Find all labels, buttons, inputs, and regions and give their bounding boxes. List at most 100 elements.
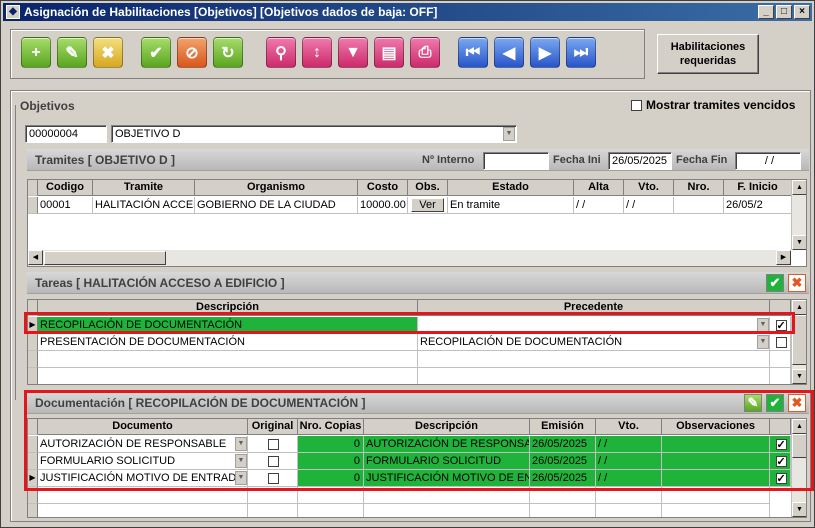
close-button[interactable]: × bbox=[794, 5, 810, 19]
scroll-left-icon[interactable]: ◀ bbox=[28, 250, 43, 265]
objetivo-code-field[interactable]: 00000004 bbox=[25, 125, 107, 143]
empty-cell bbox=[38, 368, 418, 384]
show-expired-checkbox[interactable] bbox=[631, 99, 642, 111]
nro-interno-label: Nº Interno bbox=[422, 154, 475, 166]
accept-button[interactable]: ✔ bbox=[141, 37, 171, 68]
delete-button[interactable]: ✖ bbox=[93, 37, 123, 68]
tramites-vscroll[interactable]: ▲ ▼ bbox=[791, 180, 806, 250]
nro-interno-field[interactable] bbox=[483, 152, 549, 170]
main-window: ◆ Asignación de Habilitaciones [Objetivo… bbox=[0, 0, 815, 528]
tareas-title: Tareas [ HALITACIÓN ACCESO A EDIFICIO ] bbox=[35, 276, 285, 290]
ver-button[interactable]: Ver bbox=[411, 198, 444, 212]
search-button[interactable]: ⚲ bbox=[266, 37, 296, 68]
filter-button[interactable]: ▼ bbox=[338, 37, 368, 68]
cancel-button[interactable]: ⊘ bbox=[177, 37, 207, 68]
cancel-icon: ⊘ bbox=[185, 44, 199, 62]
scroll-right-icon[interactable]: ▶ bbox=[776, 250, 791, 265]
print-button[interactable]: ⎙ bbox=[410, 37, 440, 68]
tarea-check-cell[interactable] bbox=[770, 334, 791, 351]
add-button[interactable]: + bbox=[21, 37, 51, 68]
window-title: Asignación de Habilitaciones [Objetivos]… bbox=[24, 5, 438, 19]
edit-button[interactable]: ✎ bbox=[57, 37, 87, 68]
tarea-desc[interactable]: PRESENTACIÓN DE DOCUMENTACIÓN bbox=[38, 334, 418, 351]
chevron-down-icon[interactable]: ▼ bbox=[757, 335, 769, 349]
tramites-hscroll[interactable]: ◀ ▶ bbox=[28, 250, 791, 266]
tareas-cancel-icon[interactable]: ✖ bbox=[788, 274, 806, 292]
empty-cell bbox=[418, 351, 770, 368]
tramites-col-1: Tramite bbox=[93, 180, 195, 196]
last-icon: ⏭ bbox=[573, 43, 589, 61]
scroll-down-icon[interactable]: ▼ bbox=[792, 369, 806, 384]
tree-line bbox=[15, 105, 16, 400]
tramite-cell-3[interactable]: 10000.00 bbox=[358, 197, 408, 214]
first-icon: ⏮ bbox=[465, 43, 481, 61]
tramite-cell-2[interactable]: GOBIERNO DE LA CIUDAD bbox=[195, 197, 358, 214]
row-indicator bbox=[28, 334, 38, 351]
app-icon: ◆ bbox=[6, 5, 20, 19]
tramites-col-3: Costo bbox=[358, 180, 408, 196]
delete-doc-icon: ✖ bbox=[101, 44, 115, 62]
show-expired-toggle[interactable]: Mostrar tramites vencidos bbox=[631, 98, 795, 112]
next-button[interactable]: ▶ bbox=[530, 37, 560, 68]
check-icon: ✔ bbox=[149, 44, 163, 62]
fecha-ini-field[interactable]: 26/05/2025 bbox=[608, 152, 672, 170]
tramites-col-0: Codigo bbox=[38, 180, 93, 196]
refresh-button[interactable]: ↻ bbox=[213, 37, 243, 68]
empty-cell bbox=[530, 504, 596, 517]
tareas-accept-icon[interactable]: ✔ bbox=[766, 274, 784, 292]
tramite-cell-8[interactable] bbox=[674, 197, 724, 214]
filter-icon: ▼ bbox=[345, 43, 361, 61]
tramite-cell-5[interactable]: En tramite bbox=[448, 197, 574, 214]
sort-az-icon: ↕ bbox=[313, 43, 321, 61]
empty-cell bbox=[298, 504, 364, 517]
first-button[interactable]: ⏮ bbox=[458, 37, 488, 68]
tarea-checkbox[interactable] bbox=[775, 336, 787, 348]
objetivo-name: OBJETIVO D bbox=[115, 128, 181, 140]
annotation-documentacion-highlight bbox=[24, 390, 814, 491]
prev-button[interactable]: ◀ bbox=[494, 37, 524, 68]
fecha-ini-label: Fecha Ini bbox=[553, 154, 601, 166]
fecha-fin-field[interactable]: / / bbox=[735, 152, 801, 170]
tarea-precedente[interactable]: RECOPILACIÓN DE DOCUMENTACIÓN ▼ bbox=[418, 334, 770, 351]
tramites-col-2: Organismo bbox=[195, 180, 358, 196]
scroll-down-icon[interactable]: ▼ bbox=[792, 235, 806, 250]
sort-button[interactable]: ↕ bbox=[302, 37, 332, 68]
tramites-col-5: Estado bbox=[448, 180, 574, 196]
maximize-button[interactable]: □ bbox=[776, 5, 792, 19]
last-button[interactable]: ⏭ bbox=[566, 37, 596, 68]
clipboard-icon: ▤ bbox=[381, 44, 397, 62]
pencil-icon: ✎ bbox=[65, 44, 79, 62]
chevron-down-icon[interactable]: ▼ bbox=[503, 127, 515, 141]
tramites-col-8: Nro. bbox=[674, 180, 724, 196]
objetivo-select[interactable]: OBJETIVO D ▼ bbox=[111, 125, 517, 143]
tramites-col-7: Vto. bbox=[624, 180, 674, 196]
annotation-tarea-highlight bbox=[24, 312, 795, 334]
tramites-title: Tramites [ OBJETIVO D ] bbox=[35, 153, 176, 167]
tarea-precedente-value: RECOPILACIÓN DE DOCUMENTACIÓN bbox=[420, 336, 623, 348]
row-indicator bbox=[28, 197, 38, 214]
refresh-icon: ↻ bbox=[221, 44, 235, 62]
title-bar: ◆ Asignación de Habilitaciones [Objetivo… bbox=[3, 3, 812, 21]
tramite-cell-7[interactable]: / / bbox=[624, 197, 674, 214]
scroll-down-icon[interactable]: ▼ bbox=[792, 502, 806, 517]
tramites-col-9: F. Inicio bbox=[724, 180, 792, 196]
req-label-line2: requeridas bbox=[679, 55, 737, 67]
next-icon: ▶ bbox=[538, 44, 552, 62]
empty-cell bbox=[38, 504, 248, 517]
tramite-cell-9[interactable]: 26/05/2 bbox=[724, 197, 792, 214]
plus-icon: + bbox=[31, 43, 41, 61]
tramite-cell-1[interactable]: HALITACIÓN ACCESO A bbox=[93, 197, 195, 214]
scroll-up-icon[interactable]: ▲ bbox=[792, 180, 806, 195]
report-button[interactable]: ▤ bbox=[374, 37, 404, 68]
search-icon: ⚲ bbox=[275, 44, 287, 62]
empty-cell bbox=[770, 368, 791, 384]
minimize-button[interactable]: _ bbox=[758, 5, 774, 19]
hscroll-thumb[interactable] bbox=[44, 251, 166, 265]
show-expired-label: Mostrar tramites vencidos bbox=[646, 98, 796, 112]
tramite-cell-0[interactable]: 00001 bbox=[38, 197, 93, 214]
empty-cell bbox=[38, 351, 418, 368]
row-indicator bbox=[28, 504, 38, 517]
tramite-cell-6[interactable]: / / bbox=[574, 197, 624, 214]
habilitaciones-requeridas-button[interactable]: Habilitaciones requeridas bbox=[657, 34, 759, 74]
row-indicator-header bbox=[28, 180, 38, 196]
